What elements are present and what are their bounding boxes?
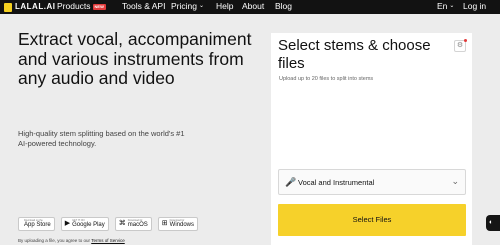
stem-model-label: Vocal and Instrumental — [298, 178, 375, 187]
store-badges: Download on the App Store ▶ GET IT ON Go… — [18, 217, 198, 231]
nav-item-label: Pricing — [171, 1, 197, 11]
hero-title: Extract vocal, accompaniment and various… — [18, 29, 252, 88]
select-files-button[interactable]: Select Files — [278, 204, 466, 236]
chevron-down-icon: ⌄ — [451, 176, 459, 186]
hero-subtitle: High-quality stem splitting based on the… — [18, 129, 185, 148]
disclaimer-text: By uploading a file, you agree to our — [18, 238, 92, 243]
store-name: Windows — [169, 222, 194, 228]
logo[interactable]: LALAL.AI — [4, 2, 55, 12]
store-name: App Store — [24, 222, 51, 228]
nav-item-about[interactable]: About — [242, 1, 264, 12]
nav-item-blog[interactable]: Blog — [275, 1, 292, 12]
gear-icon: ⚙ — [456, 42, 464, 49]
google-play-badge[interactable]: ▶ GET IT ON Google Play — [60, 217, 109, 231]
notification-dot — [464, 39, 467, 42]
windows-icon: ⊞ — [161, 220, 168, 227]
terms-link[interactable]: Terms of Service — [91, 238, 125, 243]
nav-item-pricing[interactable]: Pricing ⌄ — [171, 1, 204, 12]
app-store-badge[interactable]: Download on the App Store — [18, 217, 55, 231]
chat-widget-button[interactable]: ◐ — [486, 215, 500, 231]
language-label: En — [437, 1, 448, 11]
store-name: macOS — [127, 222, 148, 228]
top-nav: LALAL.AI Products NEW Tools & API Pricin… — [0, 0, 500, 14]
login-link[interactable]: Log in — [463, 1, 486, 12]
chevron-down-icon: ⌄ — [198, 3, 205, 9]
upload-panel: Select stems & choose files Upload up to… — [271, 33, 472, 245]
stem-model-select[interactable]: 🎤 Vocal and Instrumental ⌄ — [278, 169, 466, 195]
panel-subtitle: Upload up to 20 files to split into stem… — [279, 76, 374, 82]
macos-icon: ⌘ — [118, 220, 126, 227]
terms-disclaimer: By uploading a file, you agree to our Te… — [18, 238, 125, 244]
windows-badge[interactable]: ⊞ Download for Windows — [157, 217, 198, 231]
nav-item-label: Tools & API — [122, 1, 166, 11]
panel-title: Select stems & choose files — [278, 37, 431, 72]
microphone-icon: 🎤 — [285, 177, 297, 187]
chevron-down-icon: ⌄ — [449, 3, 455, 9]
logo-icon — [4, 2, 12, 12]
nav-item-label: Blog — [275, 1, 293, 11]
login-label: Log in — [463, 1, 487, 11]
new-badge: NEW — [92, 3, 106, 10]
store-name: Google Play — [72, 222, 105, 228]
nav-item-label: About — [242, 1, 265, 11]
nav-item-tools-api[interactable]: Tools & API — [122, 1, 165, 12]
chat-icon: ◐ — [489, 219, 494, 226]
nav-item-help[interactable]: Help — [216, 1, 233, 12]
settings-button[interactable]: ⚙ — [454, 39, 467, 52]
language-selector[interactable]: En ⌄ — [437, 1, 454, 12]
nav-item-label: Help — [216, 1, 234, 11]
nav-item-products[interactable]: Products NEW — [57, 1, 106, 12]
macos-badge[interactable]: ⌘ Download for macOS — [114, 217, 152, 231]
logo-text: LALAL.AI — [15, 2, 56, 11]
google-play-icon: ▶ — [64, 220, 71, 227]
nav-item-label: Products — [57, 1, 91, 11]
